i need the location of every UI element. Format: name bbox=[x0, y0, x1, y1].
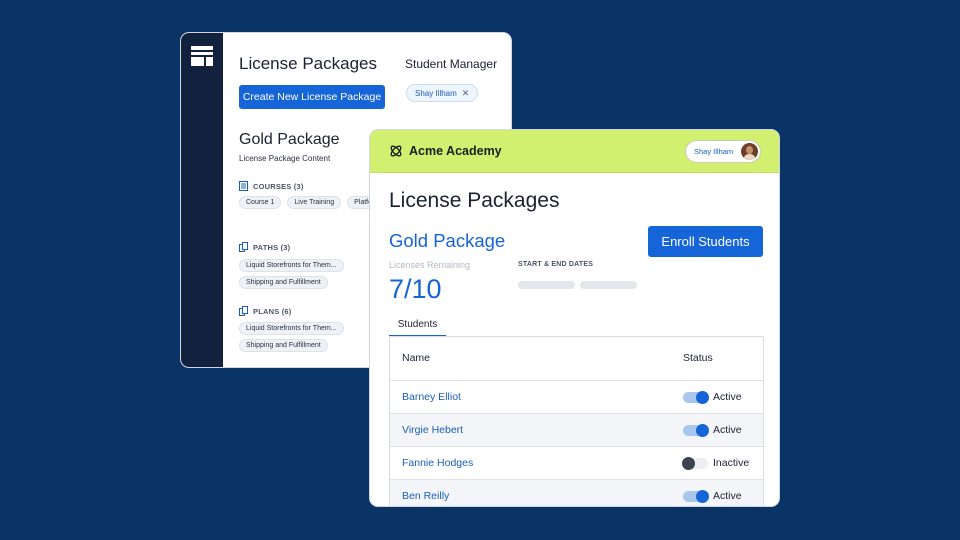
brand-name: Acme Academy bbox=[409, 144, 502, 158]
toggle-knob bbox=[696, 424, 709, 437]
path-pill[interactable]: Liquid Storefronts for Them... bbox=[239, 259, 344, 272]
stack-icon bbox=[239, 242, 248, 252]
licenses-remaining-label: Licenses Remaining bbox=[389, 260, 471, 270]
close-icon[interactable]: ✕ bbox=[462, 88, 470, 99]
paths-list: Liquid Storefronts for Them... Shipping … bbox=[239, 259, 389, 289]
package-title: Gold Package bbox=[389, 230, 506, 251]
package-title: Gold Package bbox=[239, 131, 340, 148]
create-package-button[interactable]: Create New License Package bbox=[239, 85, 385, 109]
front-window: Acme Academy Shay Illham License Package… bbox=[369, 129, 780, 507]
path-pill[interactable]: Shipping and Fulfillment bbox=[239, 276, 328, 289]
manager-chip[interactable]: Shay Illham ✕ bbox=[406, 84, 479, 102]
licenses-count: 7/10 bbox=[389, 274, 442, 304]
toggle-knob bbox=[696, 391, 709, 404]
app-header: Acme Academy Shay Illham bbox=[370, 130, 779, 173]
toggle-knob bbox=[696, 490, 709, 503]
status-text: Active bbox=[713, 391, 742, 403]
paths-section-header: PATHS (3) bbox=[239, 242, 290, 252]
user-name: Shay Illham bbox=[694, 147, 734, 156]
paths-label: PATHS (3) bbox=[253, 242, 291, 252]
student-name-link[interactable]: Virgie Hebert bbox=[402, 424, 463, 436]
page-title: License Packages bbox=[389, 189, 560, 212]
plans-label: PLANS (6) bbox=[253, 306, 292, 316]
status-toggle[interactable] bbox=[683, 391, 709, 404]
column-header-name[interactable]: Name bbox=[402, 352, 430, 364]
stack-icon bbox=[239, 306, 248, 316]
students-table: Name Status Barney Elliot Active Virgie … bbox=[389, 336, 764, 506]
status-toggle[interactable] bbox=[683, 490, 709, 503]
courses-list: Course 1 Live Training Platform bbox=[239, 196, 389, 209]
atom-logo-icon bbox=[390, 145, 402, 157]
table-row: Barney Elliot Active bbox=[390, 380, 763, 413]
student-name-link[interactable]: Fannie Hodges bbox=[402, 457, 473, 469]
table-row: Fannie Hodges Inactive bbox=[390, 446, 763, 479]
plans-section-header: PLANS (6) bbox=[239, 306, 291, 316]
tab-students[interactable]: Students bbox=[389, 319, 446, 337]
courses-section-header: COURSES (3) bbox=[239, 181, 304, 191]
plan-pill[interactable]: Liquid Storefronts for Them... bbox=[239, 322, 344, 335]
column-header-status[interactable]: Status bbox=[683, 352, 713, 364]
page-title: License Packages bbox=[239, 54, 377, 73]
end-date-placeholder bbox=[580, 281, 637, 289]
student-name-link[interactable]: Ben Reilly bbox=[402, 490, 449, 502]
enroll-students-button[interactable]: Enroll Students bbox=[648, 226, 763, 257]
status-toggle[interactable] bbox=[683, 424, 709, 437]
start-date-placeholder bbox=[518, 281, 575, 289]
user-menu[interactable]: Shay Illham bbox=[685, 140, 761, 163]
status-toggle[interactable] bbox=[682, 457, 708, 470]
dates-label: START & END DATES bbox=[518, 261, 594, 268]
status-text: Active bbox=[713, 424, 742, 436]
sidebar bbox=[181, 33, 223, 367]
table-row: Virgie Hebert Active bbox=[390, 413, 763, 446]
package-subtitle: License Package Content bbox=[239, 154, 331, 163]
status-text: Inactive bbox=[713, 457, 750, 469]
table-row: Ben Reilly Active bbox=[390, 479, 763, 506]
toggle-knob bbox=[682, 457, 695, 470]
course-pill[interactable]: Live Training bbox=[287, 196, 342, 209]
student-name-link[interactable]: Barney Elliot bbox=[402, 391, 461, 403]
app-logo-icon[interactable] bbox=[190, 44, 214, 68]
manager-label: Student Manager bbox=[405, 57, 498, 71]
plan-pill[interactable]: Shipping and Fulfillment bbox=[239, 339, 328, 352]
avatar bbox=[741, 143, 758, 160]
plans-list: Liquid Storefronts for Them... Shipping … bbox=[239, 322, 389, 352]
status-text: Active bbox=[713, 490, 742, 502]
courses-label: COURSES (3) bbox=[253, 181, 304, 191]
document-icon bbox=[239, 181, 248, 191]
manager-chip-label: Shay Illham bbox=[415, 88, 457, 98]
course-pill[interactable]: Course 1 bbox=[239, 196, 282, 209]
